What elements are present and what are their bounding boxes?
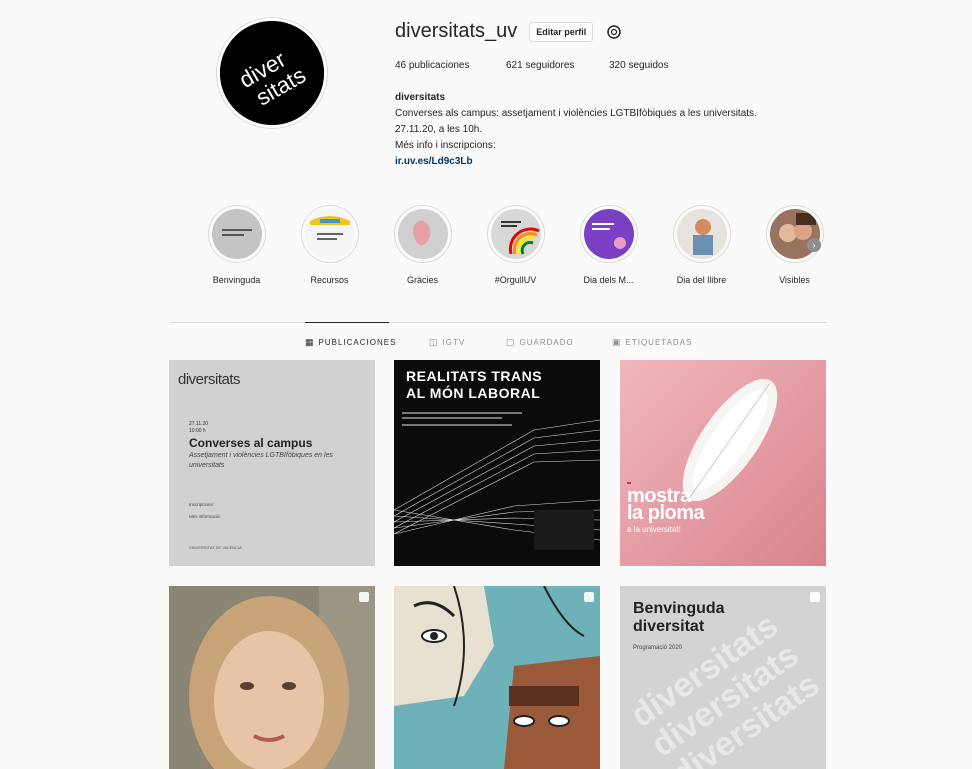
highlights-next-chevron-icon[interactable]: ›: [807, 238, 821, 252]
post-date-badge: [627, 482, 631, 484]
highlight-recursos-icon: [304, 209, 355, 259]
edit-profile-button[interactable]: Editar perfil: [529, 21, 594, 42]
profile-avatar[interactable]: diver sitats: [217, 18, 327, 128]
highlight-item[interactable]: Dia dels M...: [562, 205, 655, 285]
post-tile[interactable]: [169, 586, 375, 769]
bio-name: diversitats: [395, 92, 446, 103]
bio-line-1: Converses als campus: assetjament i viol…: [395, 108, 757, 119]
highlight-label: Dia del llibre: [676, 275, 727, 285]
highlight-item[interactable]: Recursos: [283, 205, 376, 285]
multi-post-icon: [359, 592, 369, 602]
feather-image: [620, 360, 826, 566]
tab-label: GUARDADO: [519, 338, 574, 347]
tab-guardado[interactable]: ▢ GUARDADO: [506, 337, 612, 348]
highlight-dia-del-llibre-icon: [676, 209, 727, 259]
post-tile[interactable]: diversitats diversitats diversitats Benvin…: [620, 586, 826, 769]
tab-publicaciones[interactable]: ▦ PUBLICACIONES: [305, 337, 429, 348]
highlight-item[interactable]: Benvinguda: [190, 205, 283, 285]
bio-link[interactable]: ir.uv.es/Ld9c3Lb: [395, 154, 815, 170]
story-highlights: Benvinguda Recursos Gràcies #OrgullUV Di…: [190, 205, 841, 285]
highlight-label: Recursos: [310, 275, 349, 285]
tab-igtv[interactable]: ◫ IGTV: [429, 337, 506, 348]
post-tile[interactable]: REALITATS TRANS AL MÓN LABORAL: [394, 360, 600, 566]
tab-label: IGTV: [442, 338, 466, 347]
portrait-image: [169, 586, 375, 769]
settings-gear-icon[interactable]: [605, 23, 623, 41]
highlight-item[interactable]: #OrgullUV: [469, 205, 562, 285]
post-line-art: [394, 412, 600, 550]
post-tile[interactable]: [394, 586, 600, 769]
highlight-benvinguda-icon: [211, 209, 262, 259]
post-subtitle: Assetjament i violències LGTBIfòbiques e…: [189, 452, 333, 469]
illustration-image: [394, 586, 600, 769]
post-title: mostra la ploma: [627, 485, 705, 524]
bio-line-3: Més info i inscripcions:: [395, 140, 496, 151]
tab-label: ETIQUETADAS: [625, 338, 693, 347]
followers-count[interactable]: 621 seguidores: [506, 60, 609, 71]
igtv-icon: ◫: [429, 337, 439, 347]
profile-stats: 46 publicaciones 621 seguidores 320 segu…: [395, 60, 669, 71]
instagram-profile-page: diver sitats diversitats_uv Editar perfi…: [0, 0, 972, 769]
post-tile[interactable]: diversitats 27.11.20 10:00 h Converses al…: [169, 360, 375, 566]
highlight-label: Visibles: [779, 275, 810, 285]
highlight-dia-dels-m-icon: [583, 209, 634, 259]
highlight-item[interactable]: Dia del llibre: [655, 205, 748, 285]
post-title: Converses al campus: [189, 436, 313, 450]
grid-icon: ▦: [305, 337, 315, 347]
profile-bio: diversitats Converses als campus: assetj…: [395, 90, 815, 170]
following-count[interactable]: 320 seguidos: [609, 60, 669, 71]
post-tile[interactable]: mostra la ploma a la universitat!: [620, 360, 826, 566]
tab-label: PUBLICACIONES: [318, 338, 397, 347]
multi-post-icon: [810, 592, 820, 602]
post-info: Inscripcions: Més informació:: [189, 502, 221, 519]
tab-etiquetadas[interactable]: ▣ ETIQUETADAS: [612, 337, 692, 348]
highlight-gracies-icon: [397, 209, 448, 259]
profile-header-row: diversitats_uv Editar perfil: [395, 20, 623, 43]
post-date: 27.11.20 10:00 h: [189, 421, 209, 434]
post-university-logo: VNIVERSITAT DE VALÈNCIA: [189, 545, 242, 550]
highlight-label: Gràcies: [406, 275, 438, 285]
highlight-label: Benvinguda: [212, 275, 261, 285]
highlight-label: #OrgullUV: [494, 275, 537, 285]
highlight-item[interactable]: Visibles: [748, 205, 841, 285]
post-subtitle: Programació 2020: [633, 645, 683, 651]
post-title: Benvinguda diversitat: [633, 600, 725, 635]
profile-username: diversitats_uv: [395, 20, 518, 42]
highlight-orgull-icon: [490, 209, 541, 259]
profile-tabs: ▦ PUBLICACIONES ◫ IGTV ▢ GUARDADO ▣ ETIQ…: [305, 337, 692, 348]
multi-post-icon: [584, 592, 594, 602]
highlight-label: Dia dels M...: [583, 275, 634, 285]
active-tab-indicator: [305, 322, 389, 323]
posts-count: 46 publicaciones: [395, 60, 470, 71]
bio-line-2: 27.11.20, a les 10h.: [395, 124, 483, 135]
bookmark-icon: ▢: [506, 337, 516, 347]
post-brand: diversitats: [178, 371, 241, 388]
tag-icon: ▣: [612, 337, 622, 347]
post-subtitle: a la universitat!: [627, 525, 681, 534]
highlight-item[interactable]: Gràcies: [376, 205, 469, 285]
tabs-divider: [170, 322, 827, 323]
